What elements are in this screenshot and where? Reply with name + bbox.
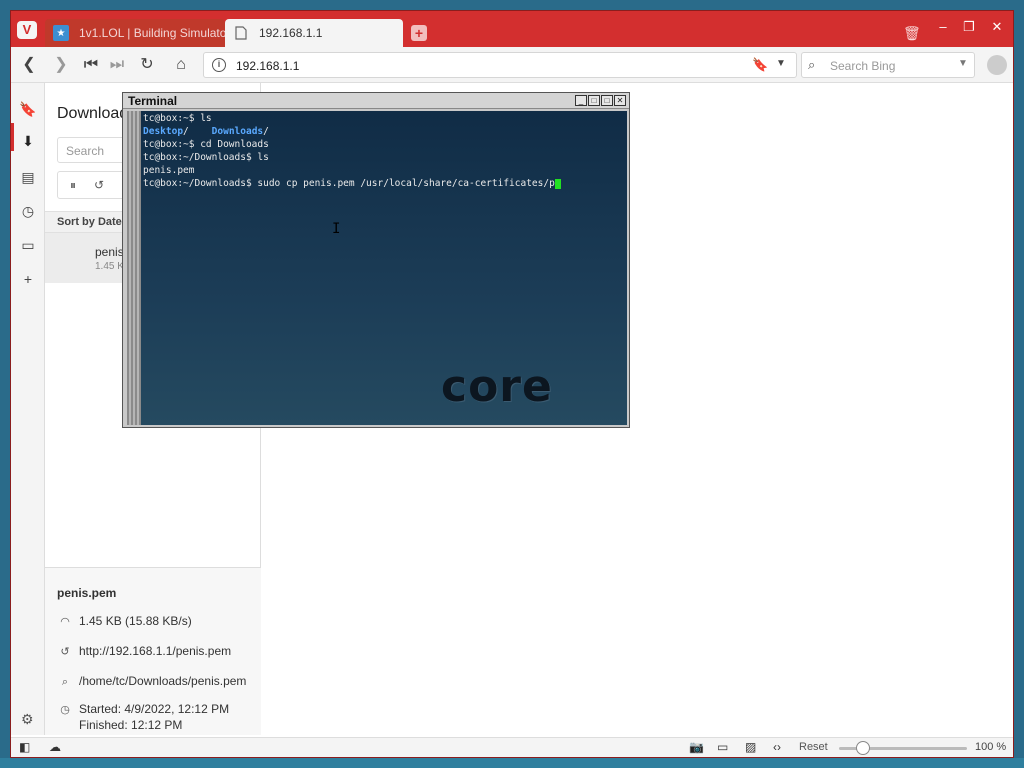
zoom-level: 100 % [975, 741, 1007, 753]
maximize-button[interactable]: ❐ [957, 17, 981, 37]
chevron-down-icon[interactable]: ▼ [776, 58, 786, 69]
search-placeholder: Search [66, 144, 105, 158]
bookmark-icon[interactable]: 🔖 [752, 57, 768, 73]
restore-button[interactable]: □ [588, 95, 600, 106]
downloads-icon[interactable]: ⬇ [18, 131, 38, 151]
new-tab-button[interactable]: + [411, 25, 427, 41]
site-info-icon[interactable]: i [212, 58, 226, 72]
terminal-line: Desktop/ Downloads/ [143, 126, 269, 137]
game-favicon-icon: ★ [53, 25, 69, 41]
terminal-body[interactable]: tc@box:~$ ls Desktop/ Downloads/ tc@box:… [141, 111, 627, 425]
active-panel-indicator [11, 123, 14, 151]
address-field[interactable]: i 192.168.1.1 🔖 ▼ [203, 52, 797, 78]
terminal-title: Terminal [128, 94, 178, 108]
tab-title: 1v1.LOL | Building Simulator [79, 26, 225, 40]
detail-started: ◷ Started: 4/9/2022, 12:12 PM [57, 702, 257, 716]
fast-forward-button[interactable]: ⏭ [107, 55, 127, 75]
history-icon: ↺ [60, 646, 70, 658]
tab-192-168-1-1[interactable]: 192.168.1.1 [225, 19, 403, 47]
terminal-window[interactable]: Terminal _ □ □ ✕ tc@box:~$ ls Desktop/ D… [122, 92, 630, 428]
dir-name: Desktop [143, 126, 184, 137]
add-panel-icon[interactable]: + [18, 269, 38, 289]
core-logo: core [441, 361, 553, 412]
search-icon: ⌕ [61, 676, 69, 688]
url-text[interactable]: 192.168.1.1 [236, 59, 299, 73]
camera-icon[interactable]: 📷 [689, 740, 704, 754]
minimize-button[interactable]: – [931, 17, 955, 37]
reload-button[interactable]: ↻ [137, 55, 157, 75]
page-favicon-icon [233, 25, 249, 41]
speed-icon: ◠ [60, 616, 70, 628]
desktop-background [0, 758, 1024, 768]
detail-source[interactable]: ↺ http://192.168.1.1/penis.pem [57, 644, 257, 658]
terminal-line: tc@box:~$ ls [143, 113, 212, 124]
maximize-button[interactable]: □ [601, 95, 613, 106]
vivaldi-menu-icon[interactable]: V [17, 21, 37, 39]
panel-toggle-icon[interactable]: ◧ [19, 740, 30, 754]
tab-title: 192.168.1.1 [259, 26, 323, 40]
history-icon[interactable]: ◷ [18, 201, 38, 221]
clock-icon: ◷ [60, 704, 70, 716]
terminal-border [127, 111, 141, 425]
window-panel-icon[interactable]: ▭ [18, 235, 38, 255]
search-placeholder: Search Bing [830, 59, 896, 73]
search-icon: ⌕ [808, 57, 816, 72]
address-toolbar: ❮ ❯ ⏮ ⏭ ↻ ⌂ i 192.168.1.1 🔖 ▼ ⌕ Search B… [11, 47, 1013, 83]
started-text: Started: 4/9/2022, 12:12 PM [79, 702, 230, 716]
terminal-titlebar[interactable]: Terminal _ □ □ ✕ [123, 93, 629, 109]
terminal-line: tc@box:~$ cd Downloads [143, 139, 269, 150]
code-icon[interactable]: ‹› [773, 740, 781, 754]
tab-1v1lol[interactable]: ★ 1v1.LOL | Building Simulator [45, 19, 225, 47]
status-bar: ◧ ☁ 📷 ▭ ▨ ‹› Reset 100 % [11, 737, 1013, 757]
terminal-line: tc@box:~/Downloads$ sudo cp penis.pem /u… [143, 178, 561, 189]
tab-bar: V ★ 1v1.LOL | Building Simulator 192.168… [11, 11, 1013, 47]
transfer-text: 1.45 KB (15.88 KB/s) [79, 614, 192, 628]
command-text: tc@box:~/Downloads$ sudo cp penis.pem /u… [143, 178, 555, 189]
profile-avatar[interactable] [987, 55, 1007, 75]
bookmarks-icon[interactable]: 🔖 [18, 99, 38, 119]
trash-icon[interactable]: 🗑 [903, 25, 921, 41]
close-window-button[interactable]: ✕ [985, 17, 1009, 37]
rewind-button[interactable]: ⏮ [81, 55, 101, 75]
source-url-text[interactable]: http://192.168.1.1/penis.pem [79, 644, 231, 658]
home-button[interactable]: ⌂ [171, 55, 191, 75]
mouse-cursor-icon: I [332, 221, 341, 237]
close-button[interactable]: ✕ [614, 95, 626, 106]
forward-button[interactable]: ❯ [51, 55, 71, 75]
finished-text: Finished: 12:12 PM [79, 718, 183, 732]
text-cursor [554, 178, 561, 189]
tiling-icon[interactable]: ▭ [717, 740, 728, 754]
zoom-reset-button[interactable]: Reset [799, 741, 828, 753]
pause-icon[interactable]: ⏸ [64, 176, 82, 194]
chevron-down-icon[interactable]: ▼ [958, 58, 968, 69]
dir-name: Downloads [211, 126, 264, 137]
notes-icon[interactable]: ▤ [18, 167, 38, 187]
detail-transfer: ◠ 1.45 KB (15.88 KB/s) [57, 614, 257, 628]
side-panel-icons: 🔖 ⬇ ▤ ◷ ▭ + [11, 83, 45, 735]
terminal-line: penis.pem [143, 165, 195, 176]
minimize-button[interactable]: _ [575, 95, 587, 106]
gear-icon[interactable]: ⚙ [21, 711, 34, 728]
terminal-line: tc@box:~/Downloads$ ls [143, 152, 269, 163]
zoom-slider-handle[interactable] [856, 741, 870, 755]
download-details: penis.pem ◠ 1.45 KB (15.88 KB/s) ↺ http://… [45, 567, 261, 735]
cloud-icon[interactable]: ☁ [49, 740, 61, 754]
image-icon[interactable]: ▨ [745, 740, 756, 754]
detail-path[interactable]: ⌕ /home/tc/Downloads/penis.pem [57, 674, 257, 689]
path-text[interactable]: /home/tc/Downloads/penis.pem [79, 674, 246, 688]
detail-filename: penis.pem [57, 586, 117, 600]
sort-label: Sort by Date [57, 216, 122, 228]
back-button[interactable]: ❮ [19, 55, 39, 75]
history-icon[interactable]: ↺ [90, 176, 108, 194]
detail-finished: Finished: 12:12 PM [79, 718, 279, 732]
search-field[interactable]: ⌕ Search Bing ▼ [801, 52, 975, 78]
